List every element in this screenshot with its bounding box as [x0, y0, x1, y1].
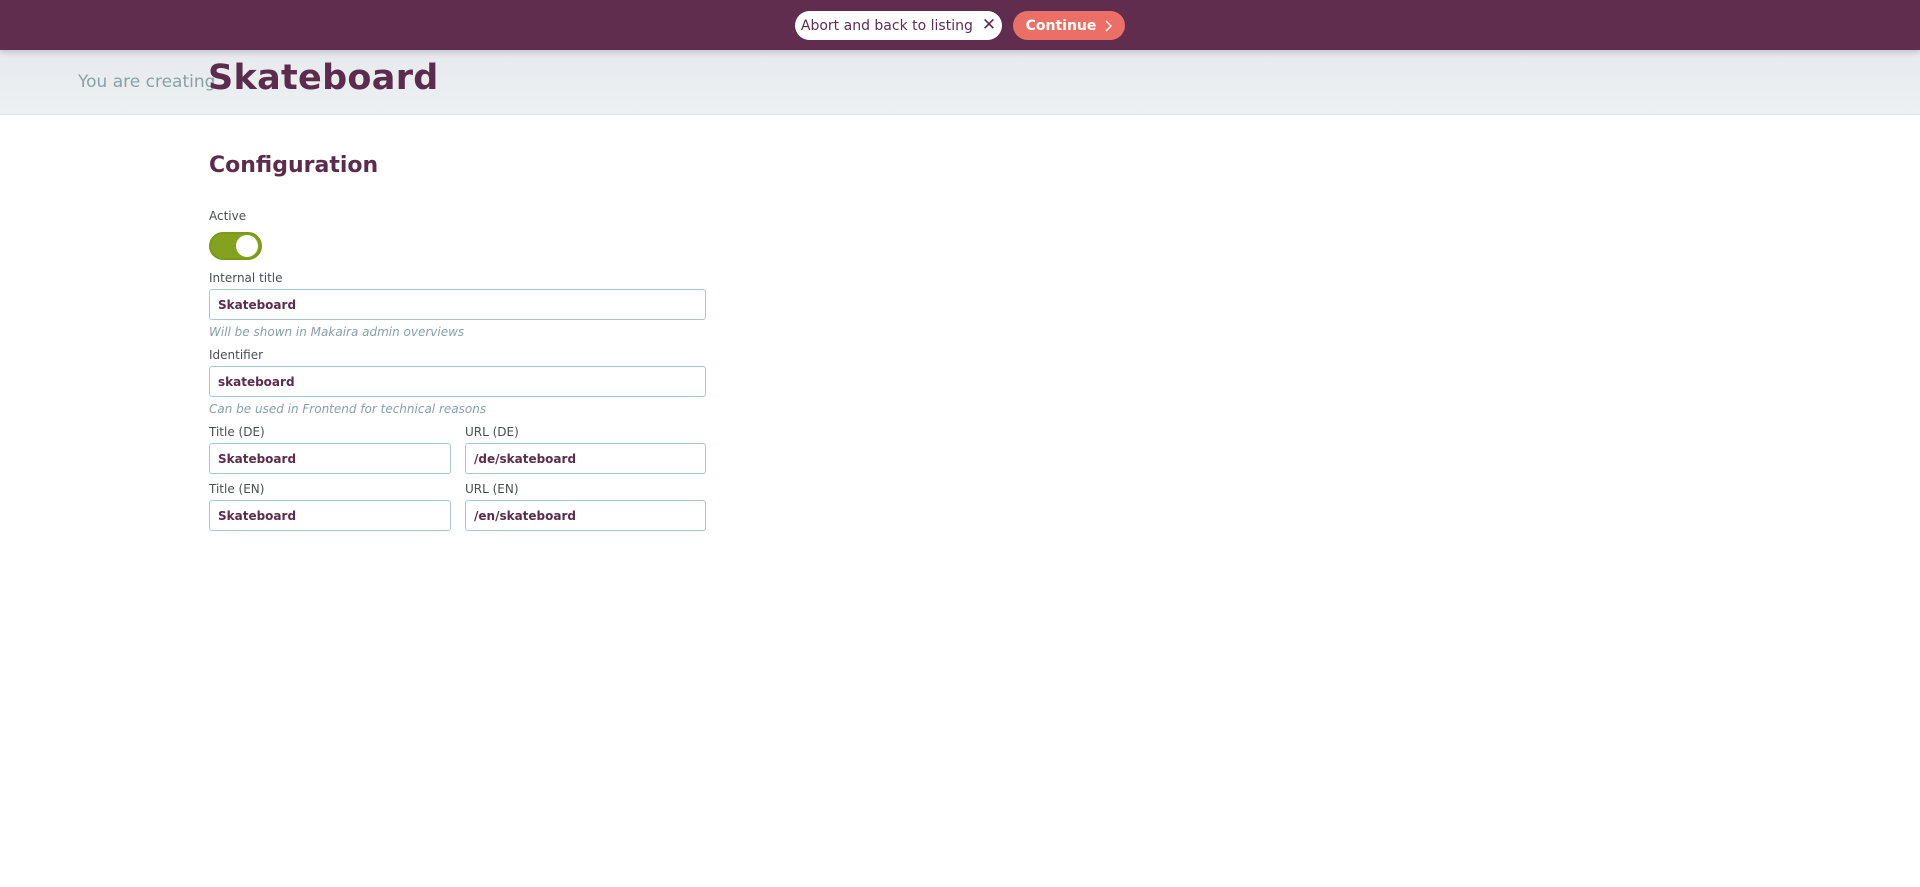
identifier-input[interactable]: [209, 366, 706, 397]
active-toggle[interactable]: [209, 232, 262, 260]
internal-title-label: Internal title: [209, 271, 283, 285]
active-label: Active: [209, 209, 247, 223]
identifier-label: Identifier: [209, 348, 264, 362]
creating-prefix: You are creating: [78, 72, 216, 92]
page-header: You are creating Skateboard: [0, 50, 1920, 115]
internal-title-hint: Will be shown in Makaira admin overviews: [209, 325, 465, 339]
title-de-label: Title (DE): [209, 425, 265, 439]
toggle-knob: [236, 235, 258, 257]
chevron-right-icon: [1105, 20, 1113, 32]
url-en-input[interactable]: [465, 500, 706, 531]
url-de-input[interactable]: [465, 443, 706, 474]
title-en-label: Title (EN): [209, 482, 265, 496]
top-action-bar: Abort and back to listing ✕ Continue: [0, 0, 1920, 50]
abort-button[interactable]: Abort and back to listing ✕: [795, 11, 1002, 40]
internal-title-input[interactable]: [209, 289, 706, 320]
continue-button[interactable]: Continue: [1013, 11, 1125, 40]
title-de-input[interactable]: [209, 443, 451, 474]
close-icon: ✕: [981, 15, 997, 35]
page-title: Skateboard: [208, 58, 439, 98]
abort-button-label: Abort and back to listing: [800, 17, 973, 34]
title-en-input[interactable]: [209, 500, 451, 531]
url-en-label: URL (EN): [465, 482, 519, 496]
url-de-label: URL (DE): [465, 425, 519, 439]
identifier-hint: Can be used in Frontend for technical re…: [209, 402, 487, 416]
section-title: Configuration: [209, 153, 379, 178]
continue-button-label: Continue: [1025, 17, 1097, 34]
